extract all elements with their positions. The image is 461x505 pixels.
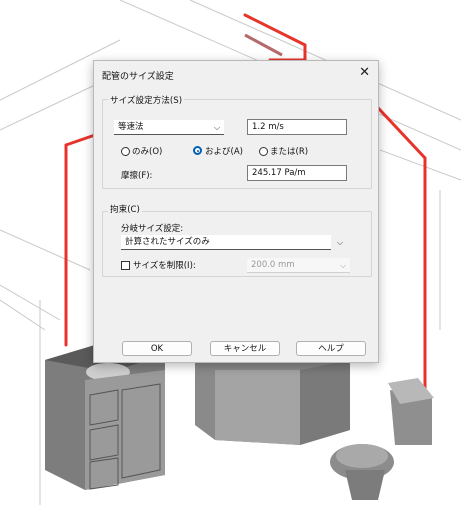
restrict-size-select: 200.0 mm — [247, 258, 350, 273]
radio-only-button[interactable] — [121, 147, 130, 156]
close-icon[interactable]: ✕ — [359, 65, 370, 80]
friction-label: 摩擦(F): — [121, 171, 153, 181]
sizing-method-select[interactable]: 等速法 — [114, 120, 224, 135]
cancel-button[interactable]: キャンセル — [210, 341, 280, 356]
restrict-size-label[interactable]: サイズを制限(I): — [133, 259, 196, 271]
chevron-down-icon[interactable]: ⌵ — [337, 238, 343, 248]
radio-or-button[interactable] — [259, 147, 268, 156]
vanity-cabinet[interactable] — [45, 345, 165, 490]
radio-and-button[interactable] — [193, 146, 202, 155]
dialog-title: 配管のサイズ設定 — [102, 72, 174, 82]
chevron-down-icon: ⌵ — [340, 261, 347, 270]
velocity-field[interactable]: 1.2 m/s — [247, 119, 347, 135]
chevron-down-icon[interactable]: ⌵ — [214, 123, 220, 133]
friction-field[interactable]: 245.17 Pa/m — [247, 165, 347, 181]
ok-button[interactable]: OK — [122, 341, 192, 356]
radio-and-label[interactable]: および(A) — [205, 145, 243, 157]
pipe-sizing-dialog: 配管のサイズ設定 ✕ サイズ設定方法(S) 等速法 ⌵ 1.2 m/s のみ(O… — [93, 60, 379, 363]
help-button[interactable]: ヘルプ — [296, 341, 366, 356]
radio-only-label[interactable]: のみ(O) — [132, 145, 162, 157]
corner-cabinet[interactable] — [195, 360, 350, 445]
sizing-method-legend: サイズ設定方法(S) — [108, 94, 185, 106]
branch-sizing-select[interactable]: 計算されたサイズのみ — [121, 235, 331, 250]
constraints-legend: 拘束(C) — [108, 203, 142, 215]
restrict-size-checkbox[interactable] — [121, 261, 130, 270]
radio-or-label[interactable]: または(R) — [270, 145, 308, 157]
branch-sizing-label: 分岐サイズ設定: — [121, 224, 184, 234]
